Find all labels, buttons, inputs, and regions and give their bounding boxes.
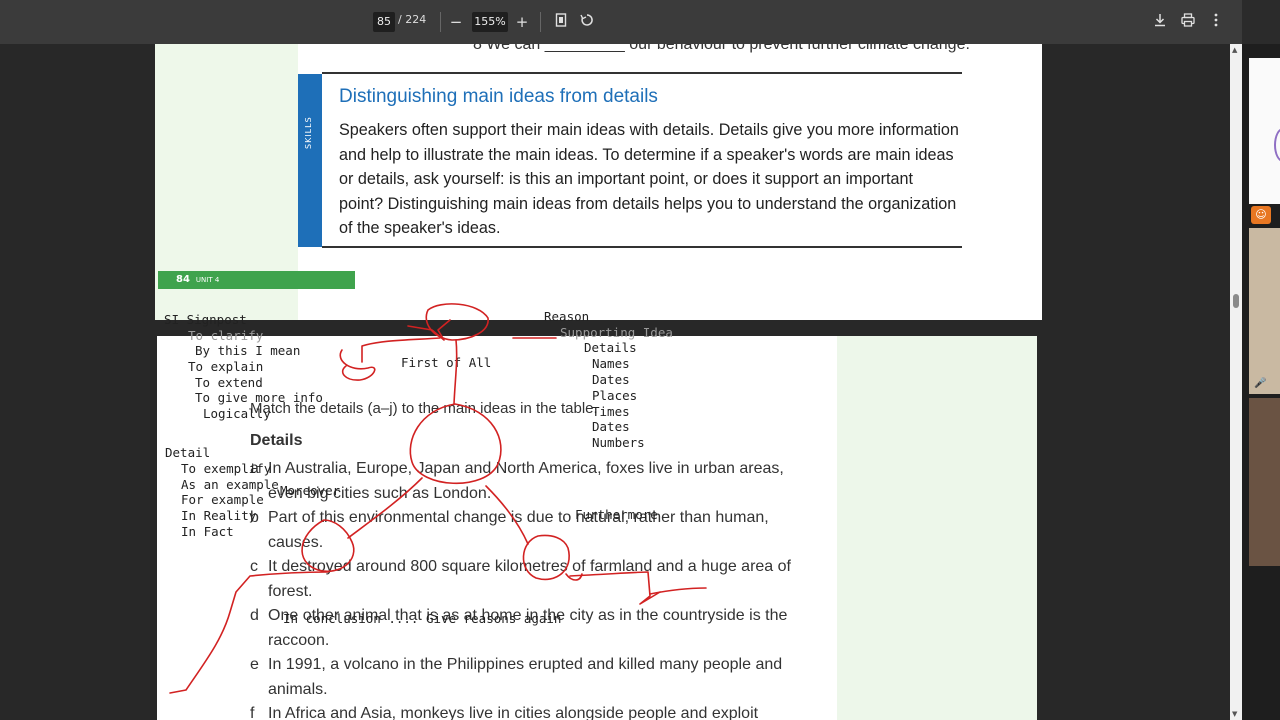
- item-text: In 1991, a volcano in the Philippines er…: [268, 656, 783, 698]
- skills-label: SKILLS: [304, 116, 313, 149]
- scroll-down-icon[interactable]: ▼: [1232, 710, 1237, 718]
- skills-bar: [298, 74, 322, 247]
- participant-video[interactable]: [1249, 398, 1280, 566]
- rotate-icon[interactable]: [576, 11, 598, 33]
- pdf-toolbar: 85 / 224 − 155% +: [0, 0, 1242, 44]
- unit-footer: 84 UNIT 4: [158, 271, 355, 289]
- list-item: b Part of this environmental change is du…: [250, 506, 820, 555]
- list-item: e In 1991, a volcano in the Philippines e…: [250, 653, 820, 702]
- note-reason: Reason: [544, 309, 590, 324]
- note-detail: Detail: [165, 445, 211, 460]
- note-signpost: SI Signpost: [164, 312, 247, 327]
- scroll-thumb[interactable]: [1233, 294, 1239, 308]
- note-line: In Reality: [181, 508, 257, 523]
- note-furthermore: Furthermore: [575, 507, 658, 522]
- note-line: Names: [592, 356, 630, 371]
- note-line: To give more info: [195, 390, 323, 405]
- note-conclusion: In conclusion .... Give reasons again: [283, 611, 562, 626]
- note-line: As an example: [181, 477, 279, 492]
- item-text: In Africa and Asia, monkeys live in citi…: [268, 705, 759, 720]
- participant-card: [1249, 58, 1280, 204]
- zoom-out-button[interactable]: −: [445, 11, 467, 33]
- item-letter: d: [250, 607, 259, 624]
- list-item: f In Africa and Asia, monkeys live in cit…: [250, 702, 820, 720]
- note-line: Numbers: [592, 435, 645, 450]
- note-line: To extend: [195, 375, 263, 390]
- skills-title: Distinguishing main ideas from details: [339, 86, 658, 107]
- toolbar-divider: [540, 12, 541, 32]
- details-heading: Details: [250, 432, 303, 449]
- zoom-in-button[interactable]: +: [511, 11, 533, 33]
- item-text: Part of this environmental change is due…: [268, 509, 769, 551]
- note-supporting-idea: Supporting Idea: [560, 325, 673, 340]
- page-margin-tint: [837, 336, 1037, 720]
- page-total: / 224: [398, 13, 427, 26]
- note-first-of-all: First of All: [401, 355, 492, 370]
- scroll-up-icon[interactable]: ▲: [1232, 46, 1237, 54]
- participant-video[interactable]: [1249, 228, 1280, 394]
- note-line: To exemplify: [181, 461, 272, 476]
- note-line: Dates: [592, 419, 630, 434]
- list-item: c It destroyed around 800 square kilometr…: [250, 555, 820, 604]
- note-line: To clarify: [188, 328, 264, 343]
- person-icon[interactable]: ☺: [1251, 206, 1271, 224]
- note-details: Details: [584, 340, 637, 355]
- download-icon[interactable]: [1149, 11, 1171, 33]
- more-vert-icon[interactable]: [1205, 11, 1227, 33]
- print-icon[interactable]: [1177, 11, 1199, 33]
- note-line: In Fact: [181, 524, 234, 539]
- box-rule: [322, 246, 962, 248]
- note-moreover: Moreover: [280, 483, 341, 498]
- note-line: For example: [181, 492, 264, 507]
- box-rule: [322, 72, 962, 74]
- fit-page-icon[interactable]: [550, 11, 572, 33]
- item-letter: c: [250, 558, 258, 575]
- item-letter: e: [250, 656, 259, 673]
- note-line: Logically: [203, 406, 271, 421]
- note-line: Times: [592, 404, 630, 419]
- exercise-line-8: 8 We can _________ our behaviour to prev…: [473, 44, 970, 53]
- note-line: To explain: [188, 359, 264, 374]
- toolbar-divider: [440, 12, 441, 32]
- page-number: 84: [176, 274, 190, 285]
- note-line: By this I mean: [195, 343, 301, 358]
- page-number-input[interactable]: 85: [373, 12, 395, 32]
- unit-label: UNIT 4: [195, 276, 220, 284]
- note-line: Places: [592, 388, 638, 403]
- note-line: Dates: [592, 372, 630, 387]
- skills-body: Speakers often support their main ideas …: [339, 121, 959, 237]
- pdf-page-84: 8 We can _________ our behaviour to prev…: [155, 44, 1042, 320]
- item-letter: f: [250, 705, 255, 720]
- mic-icon: 🎤: [1254, 378, 1267, 389]
- zoom-input[interactable]: 155%: [472, 12, 508, 32]
- item-text: In Australia, Europe, Japan and North Am…: [268, 460, 784, 502]
- item-text: It destroyed around 800 square kilometre…: [268, 558, 791, 600]
- vertical-scrollbar[interactable]: ▲ ▼: [1230, 44, 1242, 720]
